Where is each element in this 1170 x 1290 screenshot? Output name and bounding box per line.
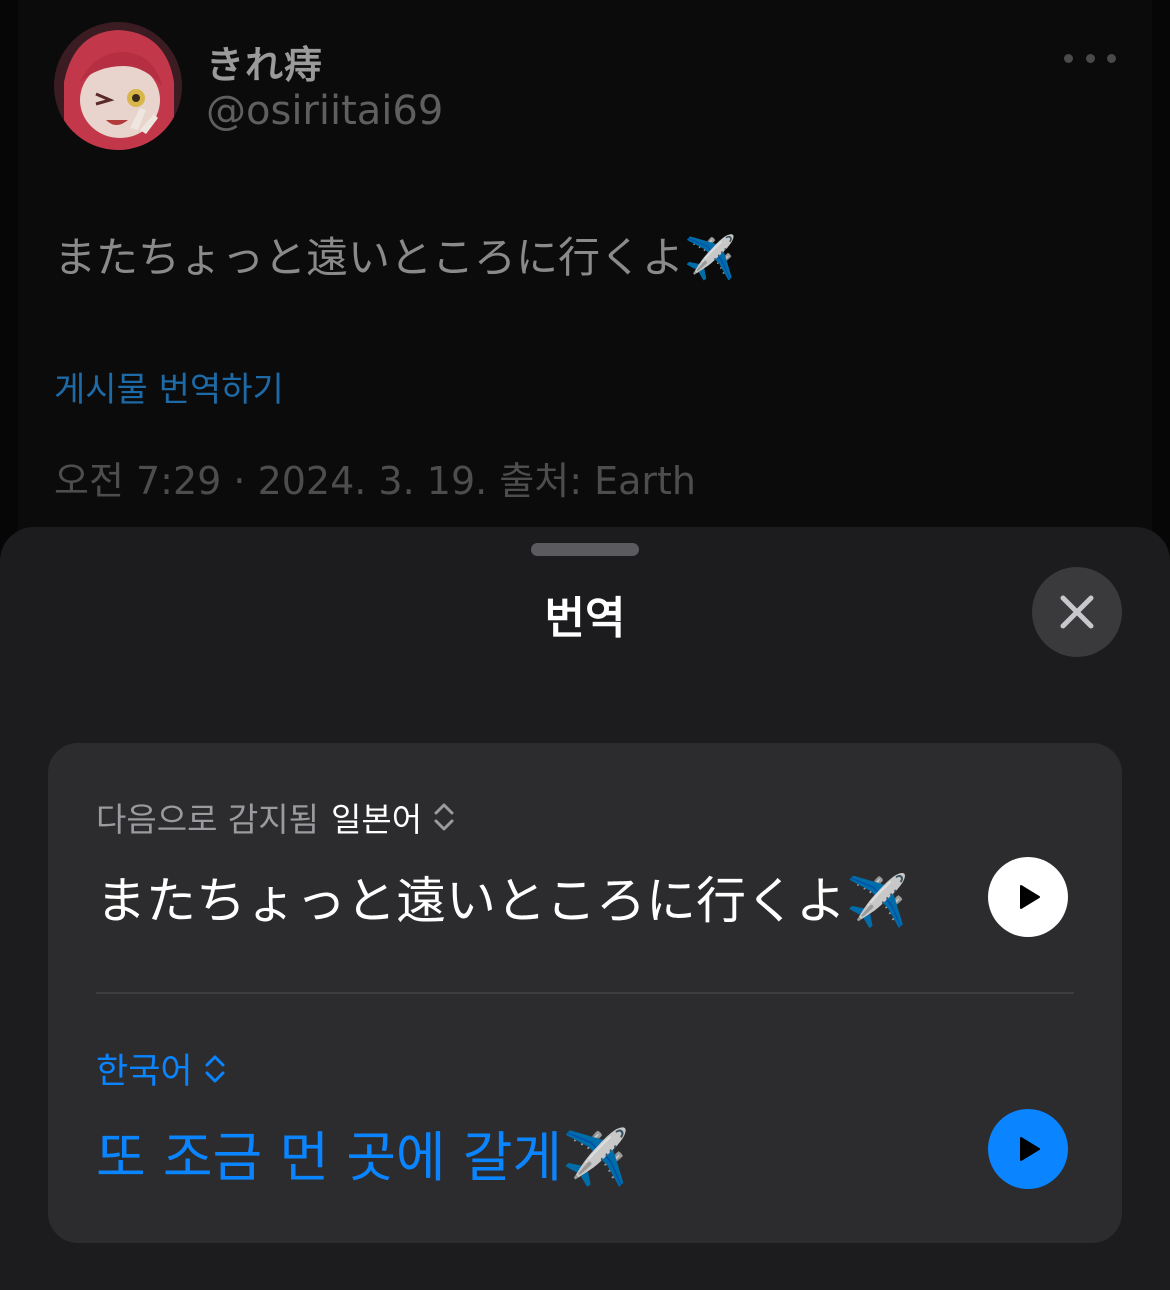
detected-label: 다음으로 감지됨: [96, 800, 320, 839]
chevron-up-down-icon: [205, 1055, 225, 1082]
target-language[interactable]: 한국어: [96, 1043, 193, 1094]
play-icon: [1020, 1137, 1040, 1161]
play-icon: [1020, 885, 1040, 909]
tweet-text: またちょっと遠いところに行くよ✈️: [54, 233, 737, 282]
ellipsis-icon: [1064, 53, 1073, 63]
source-language-picker[interactable]: 다음으로 감지됨 일본어: [96, 793, 456, 841]
chevron-up-down-icon: [434, 803, 454, 831]
source-language[interactable]: 일본어: [331, 793, 422, 841]
close-icon: [1060, 595, 1094, 629]
target-language-picker[interactable]: 한국어: [96, 1043, 227, 1094]
handle[interactable]: @osiriitai69: [206, 88, 443, 134]
sheet-title: 번역: [544, 593, 626, 644]
play-source-button[interactable]: [988, 857, 1068, 937]
translation-card: 다음으로 감지됨 일본어 またちょっと遠いところに行くよ✈️ 한국어 또 조금 …: [48, 743, 1122, 1243]
ellipsis-icon: [1107, 53, 1116, 63]
divider: [96, 992, 1074, 994]
close-button[interactable]: [1032, 567, 1122, 657]
play-translation-button[interactable]: [988, 1109, 1068, 1189]
source-text: またちょっと遠いところに行くよ✈️: [96, 872, 909, 930]
more-options-button[interactable]: [1064, 40, 1116, 76]
ellipsis-icon: [1085, 53, 1095, 63]
display-name[interactable]: きれ痔: [206, 34, 323, 89]
sheet-grabber[interactable]: [531, 543, 639, 556]
translate-post-link[interactable]: 게시물 번역하기: [54, 362, 284, 411]
translation-sheet: 번역 다음으로 감지됨 일본어 またちょっと遠いところに行くよ✈️ 한국어 또 …: [0, 527, 1170, 1290]
avatar[interactable]: [54, 22, 182, 150]
translated-text: 또 조금 먼 곳에 갈게✈️: [96, 1126, 630, 1189]
tweet-meta: 오전 7:29 · 2024. 3. 19. 출처: Earth: [54, 459, 696, 503]
